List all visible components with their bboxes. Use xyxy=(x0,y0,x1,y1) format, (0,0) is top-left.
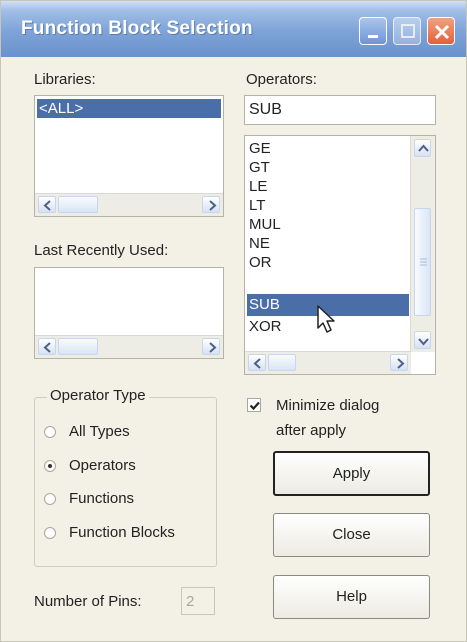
scroll-up-button[interactable] xyxy=(414,139,431,157)
maximize-button xyxy=(393,17,421,45)
chevron-right-icon xyxy=(209,342,217,353)
radio-functions-label[interactable]: Functions xyxy=(69,490,134,507)
last-used-hscrollbar[interactable] xyxy=(35,335,223,358)
operator-item[interactable]: GE xyxy=(247,139,433,158)
operators-hscrollbar[interactable] xyxy=(245,351,411,374)
help-button[interactable]: Help xyxy=(273,575,430,619)
operator-item[interactable]: LE xyxy=(247,177,433,196)
title-bar[interactable]: Function Block Selection xyxy=(1,1,466,57)
apply-button[interactable]: Apply xyxy=(273,451,430,496)
scroll-right-button[interactable] xyxy=(202,338,220,355)
radio-all-types[interactable] xyxy=(44,426,56,438)
operator-item[interactable]: MUL xyxy=(247,215,433,234)
scroll-left-button[interactable] xyxy=(248,354,266,371)
radio-function-blocks-label[interactable]: Function Blocks xyxy=(69,524,175,541)
operator-item[interactable]: XOR xyxy=(247,317,433,336)
close-icon xyxy=(434,24,450,40)
maximize-icon xyxy=(401,24,415,38)
operator-search-input[interactable] xyxy=(244,95,436,125)
scroll-right-button[interactable] xyxy=(390,354,408,371)
radio-functions[interactable] xyxy=(44,493,56,505)
checkmark-icon xyxy=(249,401,260,411)
close-window-button[interactable] xyxy=(427,17,455,45)
chevron-right-icon xyxy=(397,358,405,369)
radio-function-blocks[interactable] xyxy=(44,527,56,539)
window-title: Function Block Selection xyxy=(21,18,253,39)
chevron-right-icon xyxy=(209,200,217,211)
chevron-left-icon xyxy=(43,200,51,211)
libraries-list[interactable]: <ALL> xyxy=(34,95,224,217)
operator-item[interactable]: GT xyxy=(247,158,433,177)
number-of-pins-label: Number of Pins: xyxy=(34,593,142,610)
operators-label: Operators: xyxy=(246,71,317,88)
radio-selected-dot xyxy=(48,464,52,468)
mouse-cursor-icon xyxy=(317,305,335,333)
chevron-left-icon xyxy=(253,358,261,369)
scroll-right-button[interactable] xyxy=(202,196,220,213)
operators-hscroll-thumb[interactable] xyxy=(268,354,296,371)
chevron-down-icon xyxy=(418,338,429,346)
scroll-down-button[interactable] xyxy=(414,331,431,349)
scroll-left-button[interactable] xyxy=(38,196,56,213)
operators-vscrollbar[interactable] xyxy=(410,136,435,352)
number-of-pins-field xyxy=(181,587,215,615)
chevron-up-icon xyxy=(418,144,429,152)
libraries-item[interactable]: <ALL> xyxy=(37,99,221,118)
last-recently-used-label: Last Recently Used: xyxy=(34,242,169,259)
scroll-left-button[interactable] xyxy=(38,338,56,355)
last-recently-used-list[interactable] xyxy=(34,267,224,359)
function-block-selection-dialog: Function Block Selection Libraries: <ALL… xyxy=(0,0,467,642)
chevron-left-icon xyxy=(43,342,51,353)
grip-icon xyxy=(420,258,427,266)
minimize-dialog-label-line2[interactable]: after apply xyxy=(276,422,346,439)
radio-operators[interactable] xyxy=(44,460,56,472)
operators-list[interactable]: GE GT LE LT MUL NE OR SUB XOR xyxy=(244,135,436,375)
last-used-scroll-thumb[interactable] xyxy=(58,338,98,355)
radio-operators-label[interactable]: Operators xyxy=(69,457,136,474)
operator-item[interactable]: NE xyxy=(247,234,433,253)
minimize-dialog-label[interactable]: Minimize dialog xyxy=(276,397,379,414)
operator-type-label: Operator Type xyxy=(47,387,149,404)
radio-all-types-label[interactable]: All Types xyxy=(69,423,130,440)
libraries-scroll-thumb[interactable] xyxy=(58,196,98,213)
close-button[interactable]: Close xyxy=(273,513,430,557)
minimize-icon xyxy=(368,35,378,38)
minimize-dialog-checkbox[interactable] xyxy=(247,398,261,412)
operator-item[interactable]: LT xyxy=(247,196,433,215)
libraries-hscrollbar[interactable] xyxy=(35,193,223,216)
operator-item[interactable]: OR xyxy=(247,253,433,272)
minimize-button[interactable] xyxy=(359,17,387,45)
libraries-label: Libraries: xyxy=(34,71,96,88)
operators-vscroll-thumb[interactable] xyxy=(414,208,431,316)
